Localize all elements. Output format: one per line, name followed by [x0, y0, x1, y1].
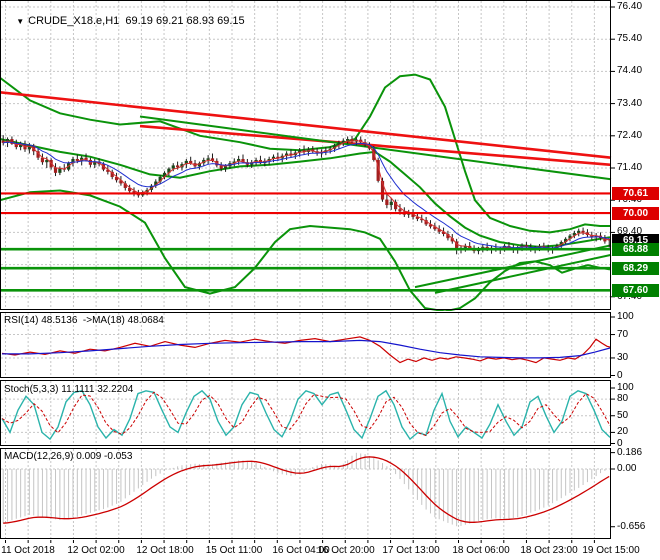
- price-tick-label: 74.40: [617, 65, 643, 77]
- symbol-period-label: CRUDE_X18.e,H1: [28, 15, 120, 27]
- bear-candle: [75, 158, 79, 161]
- price-tick-label: 72.40: [617, 129, 643, 141]
- bollinger-upper-line: [0, 73, 610, 234]
- bear-candle: [398, 209, 402, 212]
- time-tick-label: 11 Oct 2018: [1, 545, 55, 556]
- time-tick-label: 17 Oct 13:00: [382, 545, 440, 556]
- bull-candle: [389, 201, 393, 206]
- rsi-label: RSI(14) 48.5136 ->MA(18) 48.0684: [4, 315, 164, 326]
- price-tick-label: 76.40: [617, 1, 643, 12]
- rsi-tick-label: 70: [617, 328, 629, 340]
- macd-tick-label: -0.656: [617, 520, 646, 532]
- bull-candle: [223, 166, 228, 169]
- time-tick-label: 19 Oct 15:00: [582, 545, 640, 556]
- time-tick-label: 12 Oct 18:00: [136, 545, 194, 556]
- bear-candle: [189, 160, 193, 164]
- bear-candle: [385, 199, 389, 206]
- stoch-tick-label: 50: [617, 409, 629, 421]
- price-level-badge-70.00: 70.00: [612, 206, 659, 220]
- bull-candle: [171, 165, 175, 169]
- chart-title: ▼ CRUDE_X18.e,H1 69.19 69.21 68.93 69.15: [4, 3, 245, 39]
- green-descending-trendline: [139, 115, 612, 181]
- green-ascending-trendline: [434, 253, 612, 294]
- bear-candle: [581, 230, 585, 233]
- ohlc-readout: 69.19 69.21 68.93 69.15: [125, 15, 245, 27]
- rsi-tick-label: 30: [617, 351, 629, 363]
- stoch-k-line: [1, 389, 611, 441]
- stoch-label: Stoch(5,3,3) 11.1111 32.2204: [4, 384, 134, 395]
- mt4-chart-window: ▼ CRUDE_X18.e,H1 69.19 69.21 68.93 69.15 …: [0, 0, 660, 560]
- bull-candle: [58, 168, 62, 173]
- price-level-badge-68.29: 68.29: [612, 261, 659, 275]
- time-tick-label: 18 Oct 06:00: [452, 545, 510, 556]
- price-level-badge-70.61: 70.61: [612, 186, 659, 200]
- macd-tick-label: 0.186: [617, 446, 643, 458]
- red-descending-trendline: [0, 91, 612, 159]
- macd-signal-line: [3, 456, 610, 524]
- rsi-tick-label: 0: [617, 369, 623, 381]
- time-tick-label: 15 Oct 11:00: [205, 545, 263, 556]
- main-price-chart[interactable]: [0, 0, 660, 311]
- time-tick-label: 18 Oct 23:00: [520, 545, 578, 556]
- stoch-tick-label: 100: [617, 382, 634, 393]
- price-level-badge-67.60: 67.60: [612, 283, 659, 297]
- bull-candle: [346, 139, 350, 141]
- price-scale-axis[interactable]: 76.4075.4074.4073.4072.4071.4070.4069.40…: [612, 0, 660, 560]
- collapse-arrow-icon[interactable]: ▼: [16, 17, 24, 26]
- price-tick-label: 73.40: [617, 97, 643, 109]
- macd-label: MACD(12,26,9) 0.009 -0.053: [4, 451, 133, 462]
- price-tick-label: 75.40: [617, 33, 643, 45]
- panel-border: [0, 448, 611, 539]
- time-tick-label: 16 Oct 20:00: [317, 545, 375, 556]
- price-level-badge-68.88: 68.88: [612, 242, 659, 256]
- price-tick-label: 71.40: [617, 162, 643, 173]
- rsi-line: [1, 336, 611, 364]
- stoch-tick-label: 80: [617, 393, 629, 405]
- time-tick-label: 12 Oct 02:00: [67, 545, 125, 556]
- rsi-tick-label: 100: [617, 311, 634, 322]
- bollinger-lower-line: [0, 189, 611, 311]
- macd-tick-label: 0.00: [617, 463, 637, 474]
- bear-candle: [176, 165, 180, 168]
- stoch-tick-label: 20: [617, 426, 629, 438]
